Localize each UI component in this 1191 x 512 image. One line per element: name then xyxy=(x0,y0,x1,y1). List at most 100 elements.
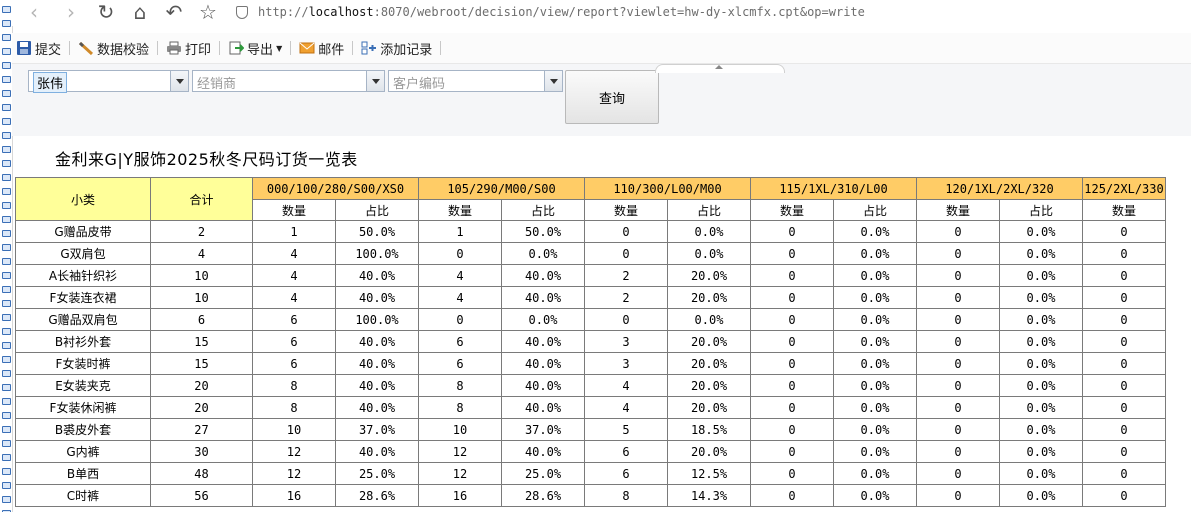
cell-ratio: 0.0% xyxy=(501,308,585,331)
mail-label: 邮件 xyxy=(318,42,345,58)
cell-qty: 2 xyxy=(584,264,668,287)
cell-qty: 0 xyxy=(584,220,668,243)
cell-ratio: 40.0% xyxy=(501,286,585,309)
header-qty: 数量 xyxy=(1082,199,1166,221)
cell-qty: 0 xyxy=(584,308,668,331)
cell-ratio: 40.0% xyxy=(335,352,419,375)
export-button[interactable]: 导出 ▼ xyxy=(224,36,286,60)
strip-marker-icon xyxy=(2,426,11,433)
submit-button[interactable]: 提交 xyxy=(12,36,65,60)
strip-marker-icon xyxy=(2,286,11,293)
collapse-pane-toggle[interactable] xyxy=(655,64,785,73)
reload-icon[interactable]: ↻ xyxy=(92,0,120,24)
address-bar[interactable]: http://localhost:8070/webroot/decision/v… xyxy=(236,1,1176,23)
table-row: F女装连衣裙 10 4 40.0% 4 40.0% 2 20.0% 0 0.0% 0 0.0% 0 xyxy=(15,286,1166,309)
cell-total: 15 xyxy=(150,330,253,353)
cell-ratio: 20.0% xyxy=(667,352,751,375)
cell-qty: 0 xyxy=(916,286,1000,309)
star-icon[interactable]: ☆ xyxy=(194,0,222,24)
strip-marker-icon xyxy=(2,300,11,307)
export-label: 导出 xyxy=(247,42,274,58)
home-icon[interactable]: ⌂ xyxy=(126,0,154,24)
pencil-icon xyxy=(78,40,94,56)
cell-qty: 0 xyxy=(750,286,834,309)
cell-qty: 0 xyxy=(750,462,834,485)
cell-ratio: 40.0% xyxy=(335,264,419,287)
query-button[interactable]: 查询 xyxy=(565,70,659,124)
strip-marker-icon xyxy=(2,258,11,265)
strip-marker-icon xyxy=(2,398,11,405)
cell-qty: 0 xyxy=(1082,484,1166,507)
strip-marker-icon xyxy=(2,104,11,111)
header-total: 合计 xyxy=(150,177,253,221)
cell-ratio: 20.0% xyxy=(667,330,751,353)
cell-qty: 0 xyxy=(916,308,1000,331)
envelope-icon xyxy=(299,40,315,56)
cell-ratio: 0.0% xyxy=(833,242,917,265)
table-row: B单西 48 12 25.0% 12 25.0% 6 12.5% 0 0.0% 0 0.0% 0 xyxy=(15,462,1166,485)
toolbar-divider xyxy=(219,41,221,55)
dealer-placeholder: 经销商 xyxy=(197,77,237,92)
cell-ratio: 40.0% xyxy=(335,440,419,463)
cell-qty: 0 xyxy=(1082,352,1166,375)
strip-marker-icon xyxy=(2,34,11,41)
table-row: G双肩包 4 4 100.0% 0 0.0% 0 0.0% 0 0.0% 0 0.0% 0 xyxy=(15,242,1166,265)
salesperson-value: 张伟 xyxy=(33,72,68,93)
undo-icon[interactable]: ↶ xyxy=(160,0,188,24)
cell-ratio: 0.0% xyxy=(999,440,1083,463)
table-row: B裘皮外套 27 10 37.0% 10 37.0% 5 18.5% 0 0.0% 0 0.0% 0 xyxy=(15,418,1166,441)
cell-ratio: 0.0% xyxy=(999,330,1083,353)
validate-button[interactable]: 数据校验 xyxy=(74,36,153,60)
back-arrow-icon[interactable]: ‹ xyxy=(20,0,48,24)
add-row-icon xyxy=(361,40,377,56)
cell-qty: 0 xyxy=(750,330,834,353)
cell-qty: 6 xyxy=(252,308,336,331)
table-row: E女装夹克 20 8 40.0% 8 40.0% 4 20.0% 0 0.0% 0 0.0% 0 xyxy=(15,374,1166,397)
strip-marker-icon xyxy=(2,160,11,167)
strip-marker-icon xyxy=(2,468,11,475)
cell-ratio: 40.0% xyxy=(501,396,585,419)
customer-code-select[interactable]: 客户编码 xyxy=(388,70,563,92)
chevron-down-icon[interactable] xyxy=(366,71,384,91)
strip-marker-icon xyxy=(2,48,11,55)
cell-total: 10 xyxy=(150,286,253,309)
cell-qty: 10 xyxy=(418,418,502,441)
browser-navbar: ‹ › ↻ ⌂ ↶ ☆ http://localhost:8070/webroo… xyxy=(12,0,1191,26)
add-record-button[interactable]: 添加记录 xyxy=(357,36,436,60)
cell-qty: 1 xyxy=(252,220,336,243)
report-table: 小类 合计 000/100/280/S00/XS0 105/290/M00/S00 11… xyxy=(15,177,1166,507)
cell-ratio: 40.0% xyxy=(335,330,419,353)
cell-ratio: 20.0% xyxy=(667,264,751,287)
cell-qty: 10 xyxy=(252,418,336,441)
salesperson-select[interactable]: 张伟 xyxy=(28,70,189,93)
print-button[interactable]: 打印 xyxy=(162,36,215,60)
chevron-down-icon[interactable] xyxy=(170,71,188,91)
cell-ratio: 0.0% xyxy=(667,220,751,243)
cell-qty: 0 xyxy=(916,352,1000,375)
dealer-select[interactable]: 经销商 xyxy=(192,70,385,92)
cell-ratio: 40.0% xyxy=(501,330,585,353)
header-category: 小类 xyxy=(15,177,151,221)
cell-qty: 6 xyxy=(418,352,502,375)
header-ratio: 占比 xyxy=(999,199,1083,221)
table-row: B衬衫外套 15 6 40.0% 6 40.0% 3 20.0% 0 0.0% 0 0.0% 0 xyxy=(15,330,1166,353)
mail-button[interactable]: 邮件 xyxy=(295,36,348,60)
toolbar-divider xyxy=(290,41,292,55)
toolbar-divider xyxy=(157,41,159,55)
header-qty: 数量 xyxy=(750,199,834,221)
cell-qty: 6 xyxy=(252,330,336,353)
table-row: A长袖针织衫 10 4 40.0% 4 40.0% 2 20.0% 0 0.0% 0 0.0% 0 xyxy=(15,264,1166,287)
cell-qty: 12 xyxy=(252,462,336,485)
chevron-down-icon[interactable] xyxy=(544,71,562,91)
cell-qty: 8 xyxy=(418,374,502,397)
cell-ratio: 40.0% xyxy=(335,286,419,309)
header-qty: 数量 xyxy=(252,199,336,221)
cell-qty: 4 xyxy=(418,264,502,287)
cell-ratio: 0.0% xyxy=(999,308,1083,331)
forward-arrow-icon[interactable]: › xyxy=(57,0,85,24)
cell-category: E女装夹克 xyxy=(15,374,151,397)
cell-qty: 0 xyxy=(418,308,502,331)
header-size-group: 115/1XL/310/L00 xyxy=(750,177,917,200)
cell-ratio: 0.0% xyxy=(833,330,917,353)
cell-ratio: 100.0% xyxy=(335,308,419,331)
